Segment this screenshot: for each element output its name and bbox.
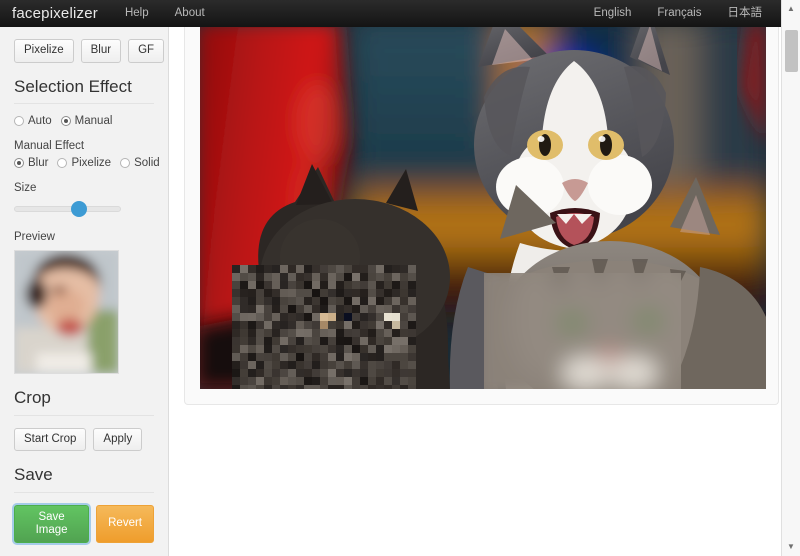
- radio-manual[interactable]: Manual: [60, 115, 113, 128]
- scroll-down-arrow-icon[interactable]: ▼: [782, 538, 800, 556]
- sidebar-panel: Pixelize Blur GF Selection Effect Auto M…: [0, 27, 169, 556]
- nav-link-help[interactable]: Help: [112, 0, 162, 27]
- size-label: Size: [14, 182, 37, 195]
- brand-logo[interactable]: facepixelizer: [0, 5, 112, 22]
- selection-mode-radio-group: Auto Manual: [14, 115, 154, 127]
- size-slider[interactable]: [14, 200, 121, 218]
- radio-blur-dot[interactable]: [14, 158, 24, 169]
- top-navbar: facepixelizer Help About English Françai…: [0, 0, 781, 27]
- image-card-frame: [184, 27, 779, 405]
- gf-button[interactable]: GF: [128, 39, 165, 63]
- save-button-row: Save Image Revert: [14, 493, 154, 544]
- radio-pixelize[interactable]: Pixelize: [57, 157, 111, 169]
- crop-button-row: Start Crop Apply: [14, 416, 154, 452]
- apply-crop-button[interactable]: Apply: [93, 427, 143, 452]
- radio-auto-dot[interactable]: [14, 116, 24, 127]
- scroll-up-arrow-icon[interactable]: ▲: [782, 0, 800, 18]
- radio-solid-dot[interactable]: [120, 158, 131, 169]
- selection-effect-title: Selection Effect: [14, 77, 154, 105]
- manual-effect-label: Manual Effect: [14, 140, 85, 153]
- scroll-up-glyph: ▲: [787, 4, 795, 13]
- radio-blur-label: Blur: [28, 157, 49, 170]
- image-editor-canvas[interactable]: [200, 27, 766, 389]
- preview-thumbnail: [14, 250, 119, 375]
- save-title: Save: [14, 465, 154, 493]
- tool-button-row: Pixelize Blur GF: [14, 27, 165, 63]
- scrollbar-thumb[interactable]: [785, 30, 798, 72]
- save-image-button[interactable]: Save Image: [14, 504, 90, 544]
- nav-link-japanese[interactable]: 日本語: [715, 0, 776, 27]
- radio-auto-label: Auto: [28, 115, 52, 128]
- nav-link-english[interactable]: English: [581, 0, 645, 27]
- revert-button[interactable]: Revert: [96, 504, 154, 544]
- radio-pixelize-label: Pixelize: [71, 157, 112, 170]
- page-scrollbar[interactable]: ▲ ▼: [781, 0, 800, 556]
- kittens-photo[interactable]: [200, 27, 766, 389]
- radio-solid[interactable]: Solid: [120, 157, 160, 169]
- start-crop-button[interactable]: Start Crop: [14, 427, 87, 452]
- radio-auto[interactable]: Auto: [14, 115, 52, 127]
- pixelized-selection-region[interactable]: [232, 265, 416, 389]
- scroll-down-glyph: ▼: [787, 542, 795, 551]
- navbar-left-group: facepixelizer Help About: [0, 0, 218, 27]
- size-slider-track[interactable]: [14, 206, 121, 213]
- preview-label: Preview: [14, 231, 55, 244]
- main-content-area: [170, 27, 781, 556]
- crop-title: Crop: [14, 388, 154, 416]
- radio-manual-dot[interactable]: [60, 116, 71, 127]
- preview-blurred-face-image: [15, 251, 118, 373]
- radio-pixelize-dot[interactable]: [57, 158, 68, 169]
- manual-effect-radio-group: Blur Pixelize Solid: [14, 157, 160, 169]
- blur-button[interactable]: Blur: [80, 39, 122, 63]
- nav-link-francais[interactable]: Français: [644, 0, 714, 27]
- radio-manual-label: Manual: [74, 115, 113, 128]
- navbar-language-group: English Français 日本語: [581, 0, 781, 27]
- radio-blur[interactable]: Blur: [14, 157, 48, 169]
- size-slider-handle[interactable]: [71, 201, 88, 218]
- pixelize-button[interactable]: Pixelize: [14, 39, 74, 63]
- nav-link-about[interactable]: About: [162, 0, 218, 27]
- radio-solid-label: Solid: [134, 157, 160, 170]
